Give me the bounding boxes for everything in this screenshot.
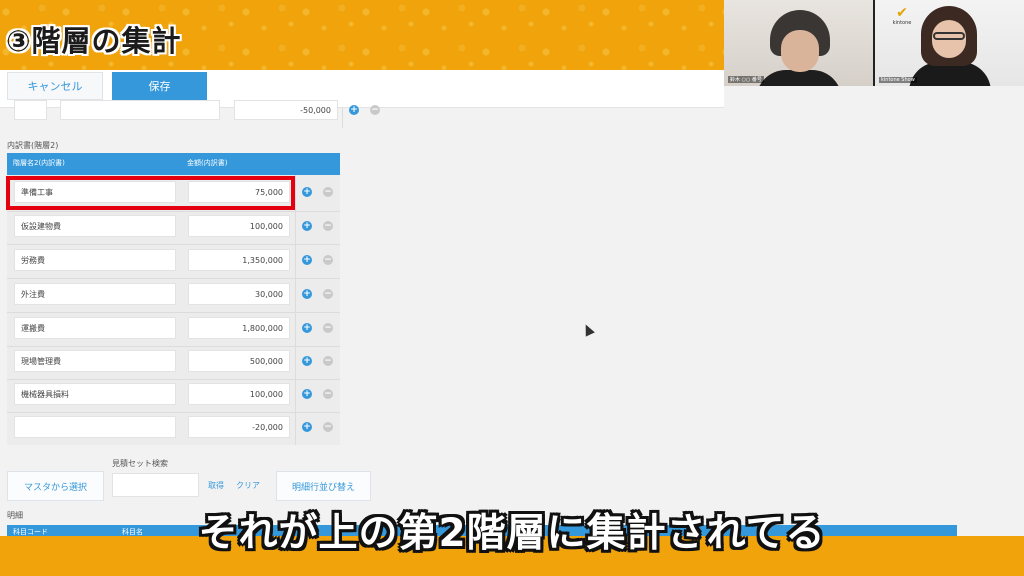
participant-avatar — [909, 6, 991, 86]
participant-video-1: 鈴木 ○○ 番号 — [724, 0, 873, 86]
remove-row-icon[interactable]: − — [323, 422, 333, 432]
row-divider — [7, 312, 340, 313]
section-title: ③階層の集計 — [6, 24, 182, 58]
logo-text: kintone — [892, 20, 912, 26]
estimate-search-label: 見積セット検索 — [112, 459, 168, 468]
breakdown-label: 内訳書(階層2) — [7, 141, 59, 150]
cancel-button[interactable]: キャンセル — [7, 72, 103, 100]
row-divider — [7, 278, 340, 279]
get-link[interactable]: 取得 — [208, 480, 224, 491]
subtitle-caption: それが上の第2階層に集計されてる — [198, 511, 826, 556]
row-name-input[interactable]: 労務費 — [14, 249, 176, 271]
remove-row-icon[interactable]: − — [323, 187, 333, 197]
row-divider — [7, 412, 340, 413]
add-row-icon[interactable]: + — [302, 221, 312, 231]
row-name-input[interactable]: 仮設建物費 — [14, 215, 176, 237]
row-divider — [7, 244, 340, 245]
add-row-icon[interactable]: + — [302, 389, 312, 399]
add-row-icon[interactable]: + — [349, 105, 359, 115]
row-amount-input[interactable]: 1,800,000 — [188, 317, 290, 339]
highlight-box — [6, 176, 295, 210]
participant-avatar — [756, 10, 842, 86]
mouse-cursor-icon — [581, 322, 595, 337]
remove-row-icon[interactable]: − — [323, 389, 333, 399]
video-call-panel: 鈴木 ○○ 番号 ✔ kintone kintone Show — [724, 0, 1024, 86]
row-divider — [7, 346, 340, 347]
divider — [342, 108, 343, 128]
select-from-master-button[interactable]: マスタから選択 — [7, 471, 104, 501]
column-divider — [295, 175, 296, 445]
row-amount-input[interactable]: 100,000 — [188, 383, 290, 405]
row-name-input[interactable]: 外注費 — [14, 283, 176, 305]
add-row-icon[interactable]: + — [302, 356, 312, 366]
remove-row-icon[interactable]: − — [323, 221, 333, 231]
save-button[interactable]: 保存 — [112, 72, 207, 100]
row-amount-input[interactable]: 500,000 — [188, 350, 290, 372]
clear-link[interactable]: クリア — [236, 480, 260, 491]
breakdown-table-header: 階層名2(内訳書) 金額(内訳書) — [7, 153, 340, 175]
row-divider — [7, 211, 340, 212]
app-window: キャンセル 保存 -50,000 + − 内訳書(階層2) 階層名2(内訳書) … — [0, 70, 1024, 536]
participant-name: 鈴木 ○○ 番号 — [728, 76, 764, 83]
remove-row-icon[interactable]: − — [323, 255, 333, 265]
check-logo-icon: ✔ — [896, 5, 908, 21]
estimate-search-input[interactable] — [112, 473, 199, 497]
participant-name: kintone Show — [879, 77, 917, 83]
row-amount-input[interactable]: -20,000 — [188, 416, 290, 438]
row-name-input[interactable]: 現場管理費 — [14, 350, 176, 372]
row-divider — [7, 379, 340, 380]
col-header-amount: 金額(内訳書) — [187, 159, 228, 167]
remove-row-icon[interactable]: − — [323, 289, 333, 299]
row-amount-input[interactable]: 1,350,000 — [188, 249, 290, 271]
remove-row-icon[interactable]: − — [323, 323, 333, 333]
remove-row-icon[interactable]: − — [370, 105, 380, 115]
sort-detail-rows-button[interactable]: 明細行並び替え — [276, 471, 371, 501]
add-row-icon[interactable]: + — [302, 289, 312, 299]
participant-video-2: ✔ kintone kintone Show — [875, 0, 1024, 86]
row-amount-input[interactable]: 30,000 — [188, 283, 290, 305]
remove-row-icon[interactable]: − — [323, 356, 333, 366]
row-name-input[interactable]: 機械器具損料 — [14, 383, 176, 405]
add-row-icon[interactable]: + — [302, 422, 312, 432]
col-header-name: 階層名2(内訳書) — [13, 159, 65, 167]
add-row-icon[interactable]: + — [302, 255, 312, 265]
row-name-input[interactable] — [14, 416, 176, 438]
top-row-amount[interactable]: -50,000 — [234, 100, 338, 120]
top-row-field-b[interactable] — [60, 100, 220, 120]
row-amount-input[interactable]: 100,000 — [188, 215, 290, 237]
kintone-logo: ✔ kintone — [889, 6, 915, 26]
row-name-input[interactable]: 運搬費 — [14, 317, 176, 339]
top-row-field-a[interactable] — [14, 100, 47, 120]
add-row-icon[interactable]: + — [302, 323, 312, 333]
add-row-icon[interactable]: + — [302, 187, 312, 197]
